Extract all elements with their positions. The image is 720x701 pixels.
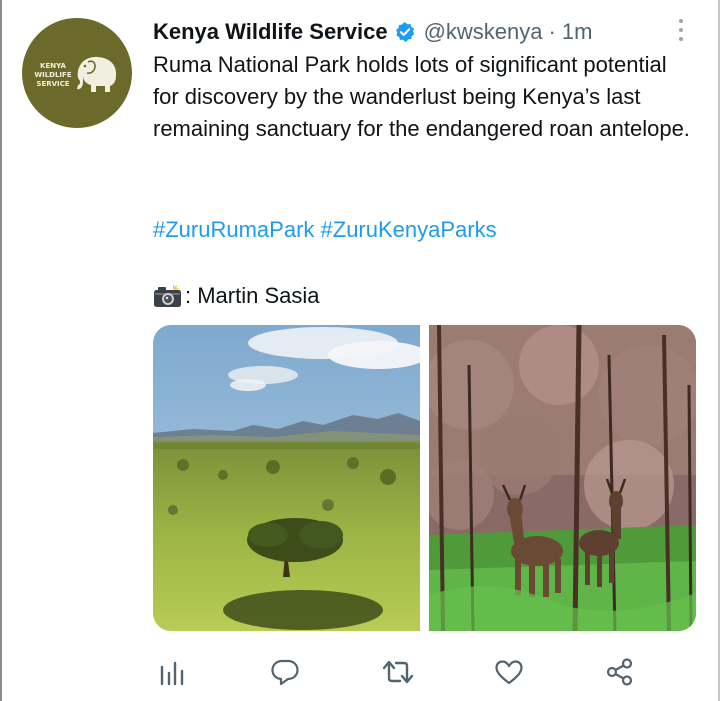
analytics-icon[interactable] [155,655,189,689]
more-dot [679,19,683,23]
savanna-landscape-photo[interactable] [153,325,420,631]
more-options-icon[interactable] [672,16,690,44]
display-name[interactable]: Kenya Wildlife Service [153,19,388,45]
more-dot [679,37,683,41]
tweet-media [153,325,696,631]
hashtag-link[interactable]: #ZuruRumaPark [153,217,314,242]
elephant-icon [77,56,117,92]
reply-icon[interactable] [268,655,302,689]
credit-text: : Martin Sasia [185,283,320,308]
tweet-text: Ruma National Park holds lots of signifi… [153,52,690,141]
retweet-icon[interactable] [381,655,415,689]
user-handle[interactable]: @kwskenya [424,19,543,45]
hashtag-link[interactable]: #ZuruKenyaParks [321,217,497,242]
tweet-actions [0,655,720,689]
photo-credit: : Martin Sasia [153,280,320,312]
logo-line-2: WILDLIFE [34,71,72,79]
hashtag-line: #ZuruRumaPark #ZuruKenyaParks [153,214,497,246]
camera-flash-icon [153,283,183,309]
roan-antelope-photo[interactable] [429,325,696,631]
heart-icon[interactable] [492,655,526,689]
logo-line-3: SERVICE [36,80,70,88]
separator-dot: · [548,19,556,44]
timestamp[interactable]: 1m [562,19,593,45]
avatar-logo-text: KENYA WILDLIFE SERVICE [28,62,78,89]
avatar[interactable]: KENYA WILDLIFE SERVICE [22,18,132,128]
window-border-left [0,0,2,701]
logo-line-1: KENYA [40,62,66,70]
verified-badge-icon[interactable] [394,21,416,43]
share-icon[interactable] [603,655,637,689]
tweet-header: Kenya Wildlife Service @kwskenya · 1m [153,16,592,48]
more-dot [679,28,683,32]
